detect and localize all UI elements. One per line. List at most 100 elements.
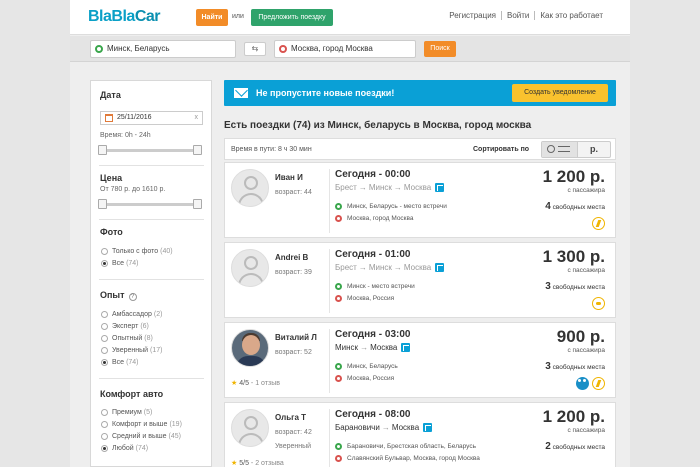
offer-ride-button[interactable]: Предложить поездку <box>251 9 333 26</box>
origin-marker-icon <box>335 283 342 290</box>
results-title: Есть поездки (74) из Минск, беларусь в М… <box>224 120 532 131</box>
exp-option-ambassador[interactable]: Амбассадор (2) <box>101 311 162 318</box>
comfort-option-premium[interactable]: Премиум (5) <box>101 409 152 416</box>
clear-date-icon[interactable]: x <box>195 112 199 124</box>
time-slider[interactable] <box>98 145 202 155</box>
driver-age: возраст: 52 <box>275 349 312 356</box>
swap-icon[interactable]: ⇆ <box>244 42 266 56</box>
sort-by-time-button[interactable] <box>542 142 578 157</box>
origin-marker-icon <box>335 203 342 210</box>
driver-rating: ★ 5/5 - 2 отзыва <box>231 460 284 467</box>
radio-icon[interactable] <box>101 335 108 342</box>
time-slider-min-handle[interactable] <box>98 145 107 155</box>
arrow-icon: → <box>381 423 390 432</box>
date-input[interactable]: 25/11/2016 x <box>100 111 203 125</box>
sort-bar: Время в пути: 8 ч 30 мин Сортировать по … <box>224 138 616 160</box>
login-link[interactable]: Войти <box>501 11 534 20</box>
price-per-passenger: с пассажира <box>567 347 605 354</box>
header: BlaBlaCar Найти или Предложить поездку Р… <box>70 0 630 35</box>
radio-selected-icon[interactable] <box>101 359 108 366</box>
departure-time: Сегодня - 03:00 <box>335 329 411 340</box>
photo-option-with-photo[interactable]: Только с фото (40) <box>101 248 173 255</box>
comfort-option-medium[interactable]: Средний и выше (45) <box>101 433 181 440</box>
radio-icon[interactable] <box>101 409 108 416</box>
dropoff-stop: Москва, город Москва <box>335 215 414 222</box>
page: BlaBlaCar Найти или Предложить поездку Р… <box>70 0 630 467</box>
trip-card[interactable]: Виталий Л возраст: 52 ★ 4/5 - 1 отзыв Сегод… <box>224 322 616 398</box>
trip-card[interactable]: Ольга Т возраст: 42 Уверенный ★ 5/5 - 2 отз… <box>224 402 616 467</box>
trip-card[interactable]: Иван И возраст: 44 Сегодня - 00:00 Брест → Ми… <box>224 162 616 238</box>
register-link[interactable]: Регистрация <box>444 11 501 20</box>
from-input[interactable]: Минск, Беларусь <box>90 40 236 58</box>
create-alert-button[interactable]: Создать уведомление <box>512 84 608 102</box>
star-icon: ★ <box>231 380 238 387</box>
driver-avatar-icon[interactable] <box>231 249 269 287</box>
driver-age: возраст: 44 <box>275 189 312 196</box>
driver-name[interactable]: Andrei B <box>275 253 308 262</box>
route: Барановичи → Москва <box>335 423 433 432</box>
help-icon[interactable]: ? <box>128 293 137 301</box>
exp-option-confident[interactable]: Уверенный (17) <box>101 347 163 354</box>
driver-name[interactable]: Ольга Т <box>275 413 306 422</box>
divider <box>329 169 330 233</box>
radio-icon[interactable] <box>101 433 108 440</box>
radio-icon[interactable] <box>101 421 108 428</box>
driver-avatar-icon[interactable] <box>231 409 269 447</box>
envelope-icon <box>234 88 248 98</box>
price-title: Цена <box>100 173 123 183</box>
comfort-option-comfort[interactable]: Комфорт и выше (19) <box>101 421 182 428</box>
how-it-works-link[interactable]: Как это работает <box>534 11 608 20</box>
route: Брест → Минск → Москва <box>335 263 445 272</box>
search-button[interactable]: Поиск <box>424 41 456 57</box>
price-slider-max-handle[interactable] <box>193 199 202 209</box>
route: Брест → Минск → Москва <box>335 183 445 192</box>
instant-booking-icon <box>592 377 605 390</box>
divider <box>99 165 204 166</box>
exp-option-experienced[interactable]: Опытный (8) <box>101 335 153 342</box>
divider <box>99 279 204 280</box>
dropoff-stop: Москва, Россия <box>335 295 394 302</box>
comfort-option-any[interactable]: Любой (74) <box>101 445 148 452</box>
radio-selected-icon[interactable] <box>101 260 108 267</box>
to-input[interactable]: Москва, город Москва <box>274 40 416 58</box>
comfort-title: Комфорт авто <box>100 389 164 399</box>
arrow-icon: → <box>393 263 402 272</box>
driver-name[interactable]: Иван И <box>275 173 303 182</box>
exp-option-expert[interactable]: Эксперт (6) <box>101 323 149 330</box>
driver-avatar-icon[interactable] <box>231 169 269 207</box>
driver-photo[interactable] <box>231 329 269 367</box>
radio-icon[interactable] <box>101 347 108 354</box>
photo-option-all[interactable]: Все (74) <box>101 260 139 267</box>
experience-title: Опыт? <box>100 290 137 301</box>
departure-time: Сегодня - 08:00 <box>335 409 411 420</box>
radio-selected-icon[interactable] <box>101 445 108 452</box>
filters-sidebar: Дата 25/11/2016 x Время: 0h - 24h Цена О… <box>90 80 212 467</box>
clock-icon <box>547 145 555 153</box>
radio-icon[interactable] <box>101 323 108 330</box>
time-slider-max-handle[interactable] <box>193 145 202 155</box>
find-button[interactable]: Найти <box>196 9 228 26</box>
exp-option-all[interactable]: Все (74) <box>101 359 139 366</box>
blablacar-logo[interactable]: BlaBlaCar <box>88 8 161 26</box>
radio-icon[interactable] <box>101 248 108 255</box>
radio-icon[interactable] <box>101 311 108 318</box>
price-slider[interactable] <box>98 199 202 209</box>
departure-time: Сегодня - 00:00 <box>335 169 411 180</box>
trip-features <box>589 217 605 230</box>
banner-text: Не пропустите новые поездки! <box>256 88 395 98</box>
price-slider-min-handle[interactable] <box>98 199 107 209</box>
search-bar: Минск, Беларусь ⇆ Москва, город Москва П… <box>70 36 630 62</box>
trip-card[interactable]: Andrei B возраст: 39 Сегодня - 01:00 Брест →… <box>224 242 616 318</box>
sort-by-price-button[interactable]: р. <box>578 142 610 157</box>
photo-title: Фото <box>100 227 123 237</box>
notification-banner: Не пропустите новые поездки! Создать уве… <box>224 80 616 106</box>
divider <box>329 409 330 467</box>
sort-label: Сортировать по <box>473 146 530 153</box>
driver-name[interactable]: Виталий Л <box>275 333 317 342</box>
destination-marker-icon <box>279 45 287 53</box>
divider <box>99 219 204 220</box>
route: Минск → Москва <box>335 343 411 352</box>
available-seats: 3 свободных места <box>545 361 605 372</box>
list-icon <box>558 146 570 152</box>
arrow-icon: → <box>358 263 367 272</box>
